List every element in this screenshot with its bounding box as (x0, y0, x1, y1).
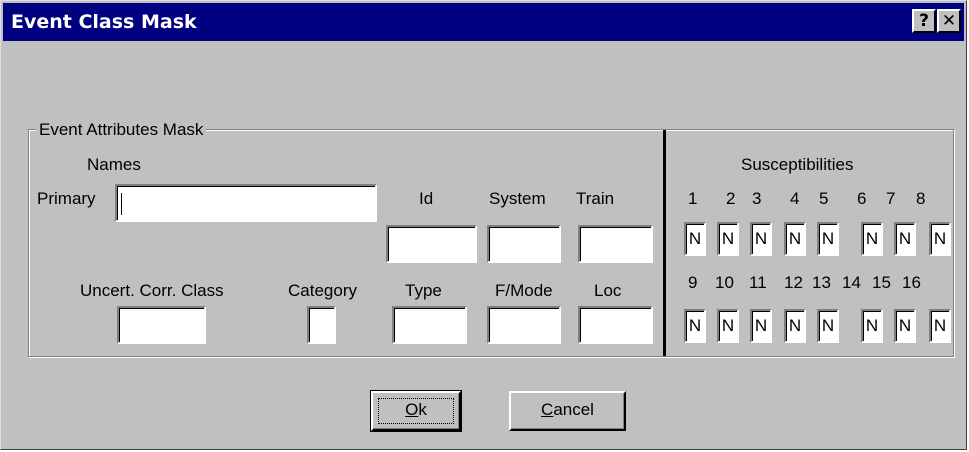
susceptibility-field-3[interactable]: N (750, 222, 772, 256)
loc-input[interactable] (578, 306, 653, 344)
susceptibility-number-5: 5 (819, 189, 829, 208)
susceptibility-number-6: 6 (857, 189, 867, 208)
type-input[interactable] (392, 306, 467, 344)
susceptibility-field-13[interactable]: N (817, 309, 839, 343)
primary-label: Primary (37, 189, 96, 208)
susceptibility-number-1: 1 (688, 189, 698, 208)
susceptibility-field-10[interactable]: N (717, 309, 739, 343)
text-caret (121, 193, 122, 215)
susceptibility-number-15: 15 (872, 273, 891, 292)
susceptibility-number-13: 13 (812, 273, 831, 292)
fmode-label: F/Mode (495, 281, 553, 300)
ok-label-rest: k (418, 400, 427, 419)
title-bar[interactable]: Event Class Mask ? ✕ (3, 3, 964, 41)
susceptibility-number-12: 12 (784, 273, 803, 292)
susceptibility-number-9: 9 (688, 273, 698, 292)
help-button[interactable]: ? (912, 9, 936, 33)
cancel-label-rest: ancel (553, 400, 594, 419)
susceptibility-number-7: 7 (886, 189, 896, 208)
susceptibility-field-7[interactable]: N (894, 222, 916, 256)
system-label: System (489, 189, 546, 208)
id-input[interactable] (386, 225, 477, 263)
susceptibility-number-2: 2 (726, 189, 736, 208)
susceptibility-field-8[interactable]: N (929, 222, 951, 256)
susceptibility-number-11: 11 (749, 273, 767, 292)
id-label: Id (419, 189, 434, 208)
susceptibility-number-8: 8 (916, 189, 926, 208)
ok-mnemonic: O (405, 400, 419, 419)
susceptibility-field-14[interactable]: N (861, 309, 883, 343)
uncert-corr-class-input[interactable] (117, 306, 206, 344)
system-input[interactable] (487, 225, 561, 263)
susceptibility-field-1[interactable]: N (684, 222, 706, 256)
susceptibility-field-5[interactable]: N (817, 222, 839, 256)
uncert-corr-class-label: Uncert. Corr. Class (80, 281, 224, 300)
susceptibility-field-9[interactable]: N (684, 309, 706, 343)
category-label: Category (288, 281, 357, 300)
names-label: Names (87, 155, 141, 174)
fmode-input[interactable] (487, 306, 561, 344)
susceptibility-field-15[interactable]: N (894, 309, 916, 343)
category-input[interactable] (307, 306, 336, 344)
primary-name-input[interactable] (115, 184, 377, 222)
focus-rectangle (378, 398, 454, 424)
susceptibility-number-14: 14 (842, 273, 861, 292)
cancel-button[interactable]: Cancel (509, 391, 626, 431)
susceptibility-field-12[interactable]: N (784, 309, 806, 343)
susceptibility-field-2[interactable]: N (717, 222, 739, 256)
susceptibilities-label: Susceptibilities (741, 155, 854, 174)
event-class-mask-dialog: Event Class Mask ? ✕ Event Attributes Ma… (0, 0, 967, 450)
ok-button[interactable]: Ok (370, 390, 462, 432)
train-label: Train (576, 189, 615, 208)
susceptibility-field-16[interactable]: N (929, 309, 951, 343)
cancel-mnemonic: C (541, 400, 554, 419)
window-title: Event Class Mask (11, 11, 197, 33)
train-input[interactable] (578, 225, 653, 263)
vertical-divider (663, 130, 666, 356)
susceptibility-number-16: 16 (902, 273, 921, 292)
group-label: Event Attributes Mask (36, 120, 207, 140)
susceptibility-number-4: 4 (790, 189, 800, 208)
susceptibility-field-4[interactable]: N (784, 222, 806, 256)
susceptibility-number-10: 10 (715, 273, 734, 292)
close-button[interactable]: ✕ (937, 9, 961, 33)
type-label: Type (405, 281, 442, 300)
loc-label: Loc (594, 281, 622, 300)
susceptibility-field-6[interactable]: N (861, 222, 883, 256)
susceptibility-number-3: 3 (752, 189, 762, 208)
susceptibility-field-11[interactable]: N (750, 309, 772, 343)
